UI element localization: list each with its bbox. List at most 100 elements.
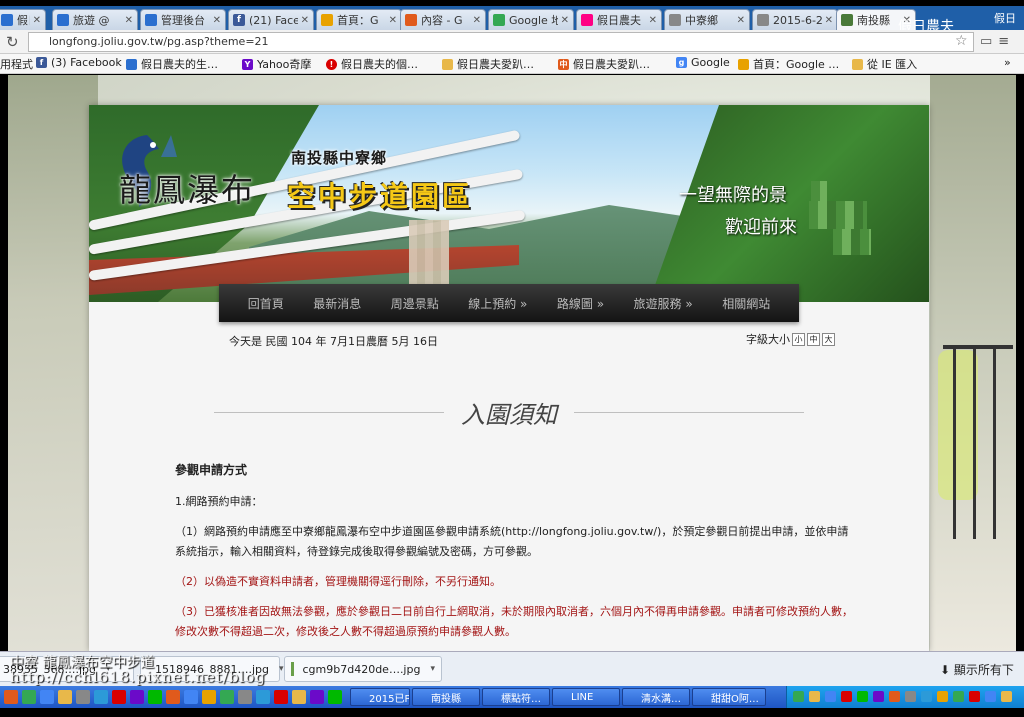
quicklaunch-icon[interactable]	[220, 690, 234, 704]
quicklaunch-icon[interactable]	[256, 690, 270, 704]
tab-strip: 假日農 ✕ 旅遊 @ ✕ 管理後台 ✕ f (21) Face ✕ 首頁：G ✕…	[0, 6, 1024, 35]
tab-3[interactable]: f (21) Face ✕	[228, 9, 314, 30]
start-icon[interactable]	[4, 690, 18, 704]
quicklaunch-icon[interactable]	[328, 690, 342, 704]
nav-route-map[interactable]: 路線圖 »	[557, 295, 604, 312]
close-icon[interactable]: ✕	[737, 15, 745, 26]
bookmark-8[interactable]: 首頁：Google …	[738, 56, 839, 72]
quicklaunch-icon[interactable]	[166, 690, 180, 704]
quicklaunch-icon[interactable]	[274, 690, 288, 704]
close-icon[interactable]: ✕	[389, 15, 397, 26]
close-icon[interactable]: ✕	[649, 15, 657, 26]
tray-icon[interactable]	[937, 691, 948, 702]
font-medium-button[interactable]: 中	[807, 332, 820, 346]
taskbar-button[interactable]: 南投縣	[412, 688, 480, 706]
tray-icon[interactable]	[905, 691, 916, 702]
tray-icon[interactable]	[1001, 691, 1012, 702]
taskbar-button[interactable]: LINE	[552, 688, 620, 706]
quicklaunch-icon[interactable]	[310, 690, 324, 704]
show-all-downloads-link[interactable]: ⬇ 顯示所有下	[940, 661, 1014, 678]
bookmark-0[interactable]: 應用程式	[0, 56, 33, 72]
bookmark-6[interactable]: 中 假日農夫愛趴…	[558, 56, 650, 72]
bookmark-4[interactable]: ! 假日農夫的個…	[326, 56, 418, 72]
tab-9[interactable]: 2015-6-2 ✕	[752, 9, 838, 30]
quicklaunch-icon[interactable]	[202, 690, 216, 704]
font-size-label: 字級大小	[746, 333, 790, 346]
quicklaunch-icon[interactable]	[292, 690, 306, 704]
chevron-down-icon[interactable]: ▾	[430, 664, 435, 674]
close-icon[interactable]: ✕	[213, 15, 221, 26]
font-large-button[interactable]: 大	[822, 332, 835, 346]
close-icon[interactable]: ✕	[825, 15, 833, 26]
close-icon[interactable]: ✕	[33, 15, 41, 26]
quicklaunch-icon[interactable]	[184, 690, 198, 704]
tab-7[interactable]: 假日農夫 ✕	[576, 9, 662, 30]
close-icon[interactable]: ✕	[125, 15, 133, 26]
page-icon	[757, 14, 769, 26]
tab-4[interactable]: 首頁：G ✕	[316, 9, 402, 30]
taskbar-button[interactable]: 標點符…	[482, 688, 550, 706]
menu-icon[interactable]: ▭≡	[980, 34, 1015, 49]
reload-icon[interactable]: ↻	[6, 33, 19, 51]
tray-icon[interactable]	[969, 691, 980, 702]
nav-home[interactable]: 回首頁	[248, 295, 284, 312]
tray-icon[interactable]	[921, 691, 932, 702]
tray-icon[interactable]	[841, 691, 852, 702]
font-small-button[interactable]: 小	[792, 332, 805, 346]
taskbar-button[interactable]: 清水溝…	[622, 688, 690, 706]
tray-icon[interactable]	[857, 691, 868, 702]
taskbar-button[interactable]: 甜甜O阿…	[692, 688, 766, 706]
quicklaunch-icon[interactable]	[130, 690, 144, 704]
nav-related-sites[interactable]: 相關網站	[722, 295, 770, 312]
download-item[interactable]: cgm9b7d420de….jpg ▾	[284, 656, 442, 682]
quicklaunch-icon[interactable]	[22, 690, 36, 704]
close-icon[interactable]: ✕	[473, 15, 481, 26]
nav-travel-services[interactable]: 旅遊服務 »	[634, 295, 693, 312]
bookmark-label: 應用程式	[0, 58, 33, 71]
tab-0[interactable]: 假日農 ✕	[0, 9, 46, 30]
quicklaunch-icon[interactable]	[238, 690, 252, 704]
tab-8[interactable]: 中寮鄉 ✕	[664, 9, 750, 30]
bookmark-9[interactable]: 從 IE 匯入	[852, 56, 917, 72]
quicklaunch-icon[interactable]	[148, 690, 162, 704]
address-bar[interactable]: longfong.joliu.gov.tw/pg.asp?theme=21	[28, 32, 974, 52]
bookmark-1[interactable]: f (3) Facebook	[36, 56, 122, 69]
bookmark-2[interactable]: 假日農夫的生…	[126, 56, 218, 72]
nav-attractions[interactable]: 周邊景點	[391, 295, 439, 312]
tray-icon[interactable]	[793, 691, 804, 702]
tray-icon[interactable]	[889, 691, 900, 702]
bookmark-7[interactable]: g Google	[676, 56, 730, 69]
quicklaunch-icon[interactable]	[76, 690, 90, 704]
tray-icon[interactable]	[953, 691, 964, 702]
tab-5[interactable]: 內容 - G ✕	[400, 9, 486, 30]
chevron-down-icon[interactable]: ▾	[279, 664, 284, 674]
bookmark-5[interactable]: 假日農夫愛趴…	[442, 56, 534, 72]
close-icon[interactable]: ✕	[301, 15, 309, 26]
tab-2[interactable]: 管理後台 ✕	[140, 9, 226, 30]
bookmarks-overflow-icon[interactable]: »	[1004, 56, 1011, 69]
tray-icon[interactable]	[985, 691, 996, 702]
bookmark-star-icon[interactable]: ☆	[955, 33, 968, 49]
tab-1[interactable]: 旅遊 @ ✕	[52, 9, 138, 30]
bookmark-label: 從 IE 匯入	[867, 58, 918, 71]
quicklaunch-icon[interactable]	[40, 690, 54, 704]
quicklaunch-icon[interactable]	[112, 690, 126, 704]
tab-favicon-icon	[57, 14, 69, 26]
folder-icon	[442, 58, 453, 70]
close-icon[interactable]: ✕	[561, 15, 569, 26]
taskbar-label: LINE	[571, 691, 594, 703]
site-logo-name[interactable]: 龍鳳瀑布	[119, 165, 255, 211]
tab-label: 首頁：G	[337, 14, 379, 27]
nav-booking[interactable]: 線上預約 »	[468, 295, 527, 312]
tray-icon[interactable]	[825, 691, 836, 702]
tray-icon[interactable]	[809, 691, 820, 702]
quicklaunch-icon[interactable]	[94, 690, 108, 704]
taskbar-label: 標點符…	[501, 693, 541, 705]
bookmark-3[interactable]: Y Yahoo奇摩	[242, 56, 311, 72]
taskbar-button[interactable]: 2015已PO	[350, 688, 410, 706]
article-body: 參觀申請方式 1.網路預約申請： （1）網路預約申請應至中寮鄉龍鳳瀑布空中步道園…	[175, 460, 855, 651]
tray-icon[interactable]	[873, 691, 884, 702]
nav-news[interactable]: 最新消息	[313, 295, 361, 312]
tab-6[interactable]: Google 地 ✕	[488, 9, 574, 30]
quicklaunch-icon[interactable]	[58, 690, 72, 704]
